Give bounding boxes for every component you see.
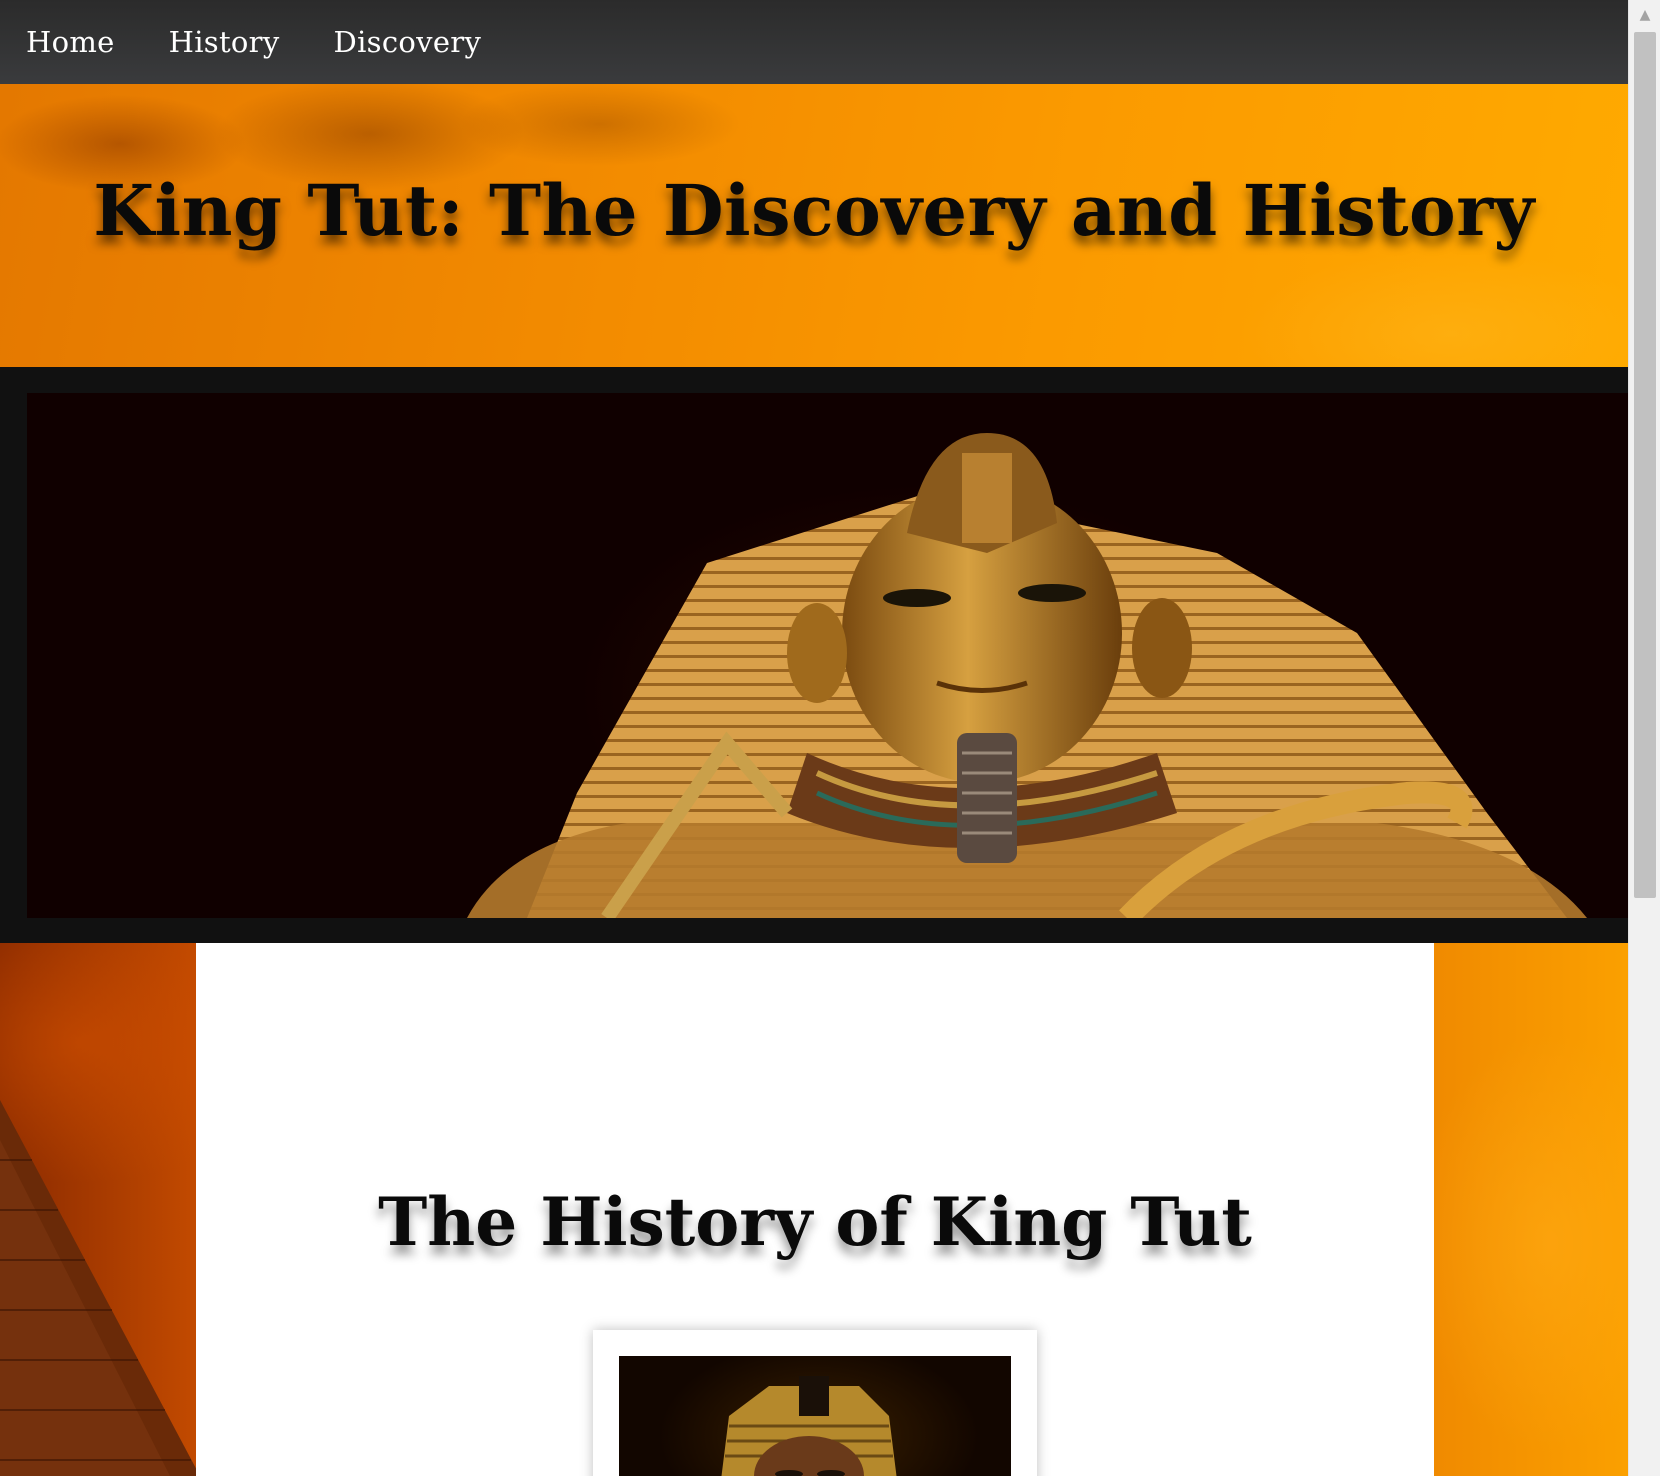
statue-illustration (721, 1376, 897, 1476)
nav-link-discovery[interactable]: Discovery (334, 25, 482, 59)
hero-image-pharaoh-mask (27, 393, 1628, 918)
scrollbar-thumb[interactable] (1634, 32, 1656, 898)
site-title: King Tut: The Discovery and History (93, 169, 1535, 252)
header-banner: King Tut: The Discovery and History (0, 84, 1628, 367)
nav-link-history[interactable]: History (169, 25, 280, 59)
main-content: The History of King Tut (196, 943, 1434, 1476)
vertical-scrollbar[interactable]: ▲ (1628, 0, 1660, 1476)
king-tut-statue-image (619, 1356, 1011, 1476)
section-title: The History of King Tut (378, 1183, 1252, 1261)
hero-frame (0, 367, 1628, 943)
pyramid-graphic (0, 1100, 200, 1476)
nav-link-home[interactable]: Home (26, 25, 115, 59)
pharaoh-mask-illustration (467, 433, 1587, 918)
photo-card (593, 1330, 1037, 1476)
scroll-up-arrow-icon[interactable]: ▲ (1629, 0, 1660, 30)
top-navbar: Home History Discovery (0, 0, 1628, 84)
